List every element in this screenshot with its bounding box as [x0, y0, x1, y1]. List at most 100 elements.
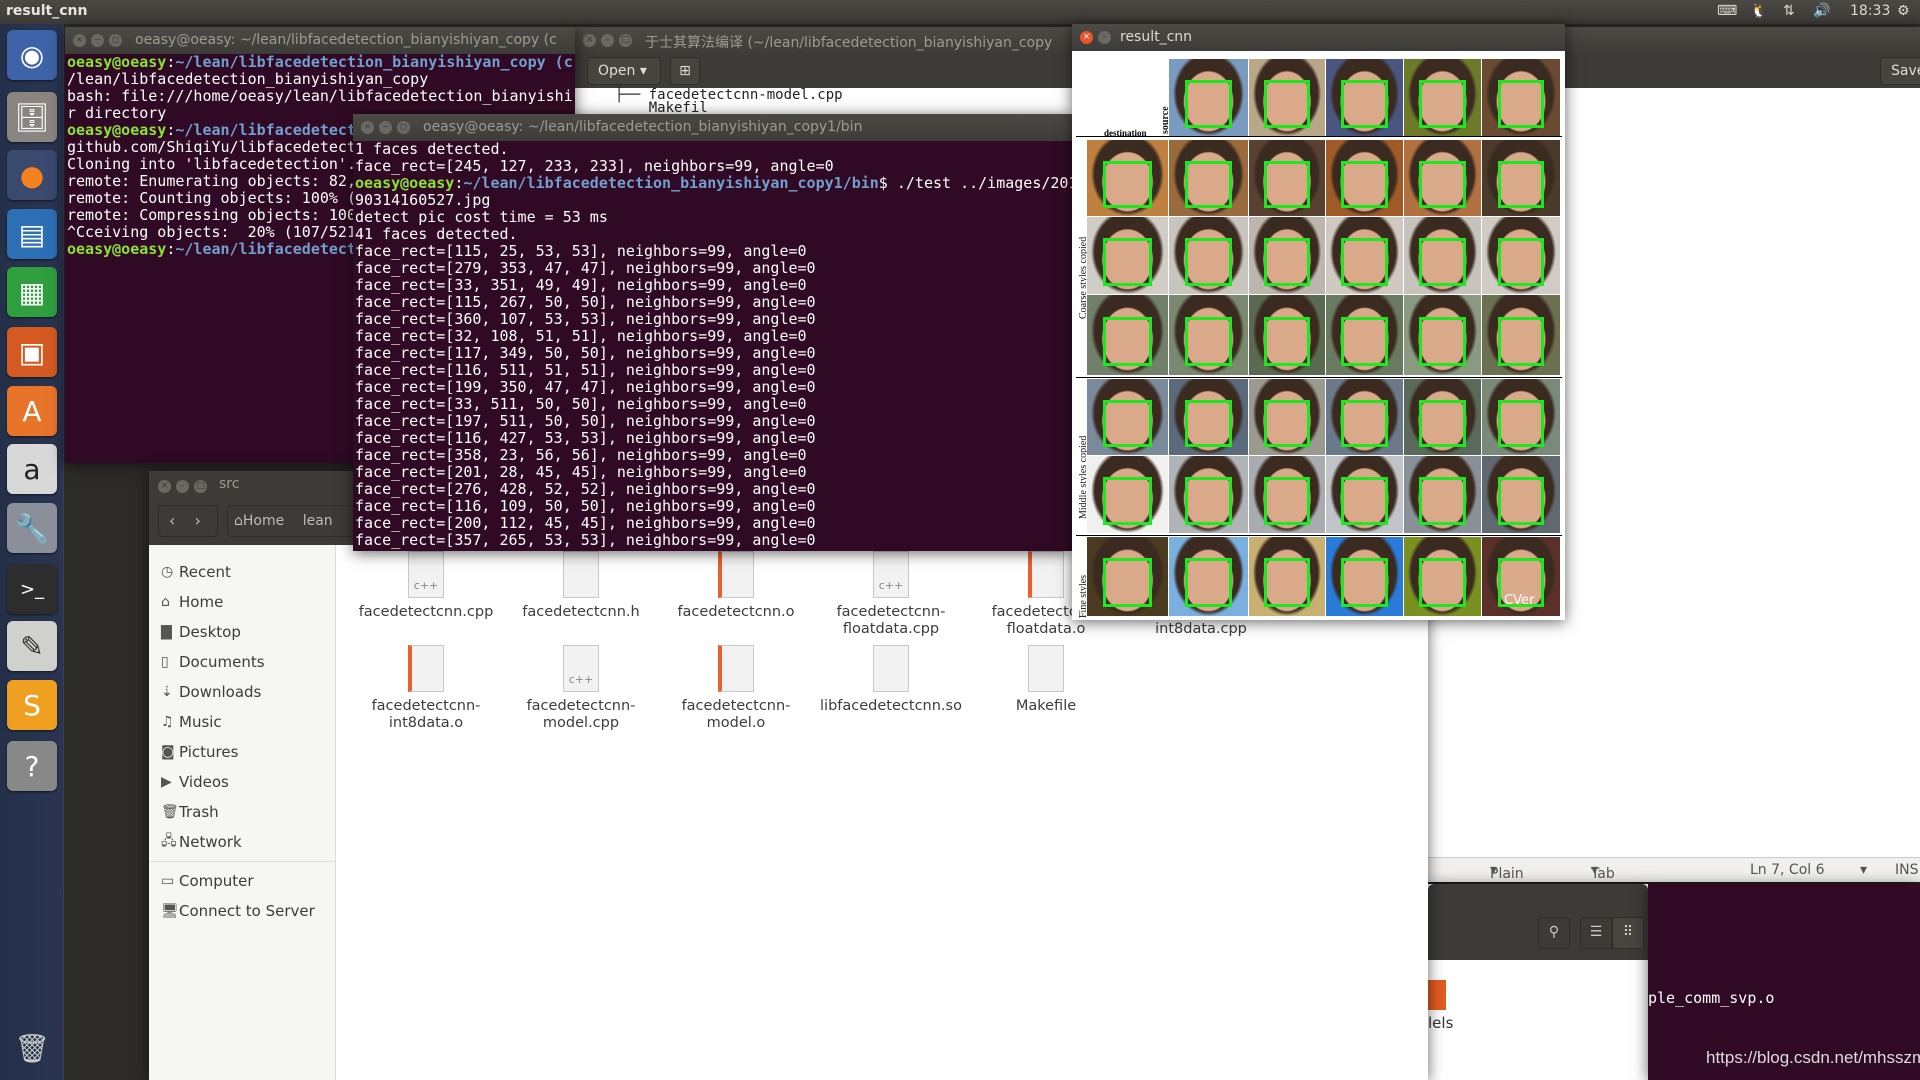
- face-detection-box: [1184, 79, 1233, 128]
- minimize-icon[interactable]: –: [176, 480, 189, 493]
- bg-fm-toolbar: ⚲ ☰ ⠿: [1428, 884, 1648, 960]
- maximize-icon[interactable]: □: [194, 480, 207, 493]
- prompt-path: ~/lean/libfacedetect: [175, 240, 356, 258]
- software-center-icon[interactable]: A: [7, 386, 57, 436]
- line-text: r directory: [67, 104, 167, 122]
- back-forward-buttons[interactable]: ‹ ›: [158, 505, 218, 537]
- close-icon[interactable]: ×: [158, 480, 171, 493]
- clock[interactable]: 18:33: [1850, 3, 1890, 19]
- clock-icon: ◷: [161, 564, 174, 580]
- file-name: facedetectcnn- floatdata.cpp: [836, 604, 946, 637]
- settings-icon[interactable]: 🔧: [7, 503, 57, 553]
- terminal-icon[interactable]: >_: [7, 564, 57, 614]
- sidebar-item-videos[interactable]: ▶ Videos: [149, 767, 335, 797]
- sidebar-item-downloads[interactable]: ⇣ Downloads: [149, 677, 335, 707]
- writer-icon[interactable]: ▤: [7, 209, 57, 259]
- breadcrumb-home[interactable]: ⌂Home: [234, 513, 284, 529]
- tab-width-selector[interactable]: Tab Width: 8 ▾: [1591, 862, 1615, 882]
- file-item[interactable]: facedetectcnn- model.o: [661, 645, 811, 732]
- face-detection-box: [1341, 558, 1388, 608]
- sublime-icon[interactable]: S: [7, 680, 57, 730]
- impress-icon[interactable]: ▣: [7, 327, 57, 377]
- chevron-down-icon[interactable]: ▾: [1860, 862, 1867, 878]
- file-text-icon: [1028, 645, 1064, 692]
- file-cpp-icon: c++: [408, 551, 444, 598]
- folder-label[interactable]: lels: [1428, 1014, 1453, 1032]
- cursor-position[interactable]: Ln 7, Col 6: [1750, 862, 1825, 878]
- open-button[interactable]: Open ▾: [587, 57, 661, 85]
- maximize-icon[interactable]: □: [109, 34, 122, 47]
- new-tab-icon[interactable]: ⊞: [670, 57, 700, 85]
- language-selector[interactable]: Plain Text ▾: [1490, 862, 1524, 882]
- prompt-user: oeasy@oeasy: [67, 240, 167, 258]
- file-item[interactable]: c++ facedetectcnn- floatdata.cpp: [816, 551, 966, 638]
- file-item[interactable]: Makefile: [971, 645, 1121, 715]
- list-view-icon[interactable]: ☰: [1580, 917, 1612, 949]
- calc-icon[interactable]: ▦: [7, 267, 57, 317]
- ubuntu-dash-icon[interactable]: ◉: [7, 30, 57, 80]
- line-text: remote: Compressing objects: 100: [67, 206, 356, 224]
- amazon-icon[interactable]: a: [7, 444, 57, 494]
- sidebar-item-recent[interactable]: ◷ Recent: [149, 557, 335, 587]
- terminal-line: face_rect=[117, 349, 50, 50], neighbors=…: [355, 345, 1072, 362]
- server-icon: 🖥: [161, 903, 179, 919]
- sidebar-item-pictures[interactable]: ◙ Pictures: [149, 737, 335, 767]
- text-editor-icon[interactable]: ✎: [7, 621, 57, 671]
- sidebar-item-home[interactable]: ⌂ Home: [149, 587, 335, 617]
- minimize-icon[interactable]: –: [601, 34, 614, 47]
- sidebar-item-computer[interactable]: ▭ Computer: [149, 866, 335, 896]
- file-item[interactable]: c++ facedetectcnn.cpp: [351, 551, 501, 621]
- file-item[interactable]: c++ facedetectcnn- model.cpp: [506, 645, 656, 732]
- sidebar-item-network[interactable]: 🖧 Network: [149, 827, 335, 857]
- breadcrumb-lean[interactable]: lean: [303, 513, 333, 529]
- help-icon[interactable]: ?: [7, 741, 57, 791]
- window-title: 于士其算法编译 (~/lean/libfacedetection_bianyis…: [645, 35, 1053, 51]
- power-gear-icon[interactable]: ⚙: [1897, 3, 1910, 19]
- sidebar-item-trash[interactable]: 🗑 Trash: [149, 797, 335, 827]
- network-icon[interactable]: ⇅: [1783, 3, 1795, 19]
- minimize-icon[interactable]: –: [91, 34, 104, 47]
- tux-icon[interactable]: 🐧: [1750, 3, 1767, 19]
- files-icon[interactable]: 🗄: [7, 92, 57, 142]
- maximize-icon[interactable]: □: [619, 34, 632, 47]
- firefox-icon[interactable]: ●: [7, 150, 57, 200]
- prompt-user: oeasy@oeasy: [67, 121, 167, 139]
- search-icon[interactable]: ⚲: [1538, 917, 1570, 949]
- sidebar-item-connect-to-server[interactable]: 🖥 Connect to Server: [149, 896, 335, 926]
- sidebar-item-label: Computer: [179, 872, 254, 890]
- line-text: face_rect=[32, 108, 51, 51], neighbors=9…: [355, 327, 807, 345]
- line-text: remote: Enumerating objects: 82,: [67, 172, 356, 190]
- face-detection-box: [1341, 476, 1388, 525]
- face-detection-box: [1497, 160, 1545, 208]
- file-item[interactable]: facedetectcnn.o: [661, 551, 811, 621]
- line-text: face_rect=[117, 349, 50, 50], neighbors=…: [355, 344, 816, 362]
- sidebar-item-music[interactable]: ♫ Music: [149, 707, 335, 737]
- terminal-line: face_rect=[116, 109, 50, 50], neighbors=…: [355, 498, 1072, 515]
- maximize-icon[interactable]: □: [397, 121, 410, 134]
- back-icon[interactable]: ‹: [169, 511, 175, 530]
- close-icon[interactable]: ×: [73, 34, 86, 47]
- file-item[interactable]: facedetectcnn.h: [506, 551, 656, 621]
- sidebar-item-desktop[interactable]: ▇ Desktop: [149, 617, 335, 647]
- file-item[interactable]: libfacedetectcnn.so: [816, 645, 966, 715]
- save-button[interactable]: Save: [1880, 57, 1920, 85]
- keyboard-icon[interactable]: ⌨: [1717, 3, 1737, 19]
- music-icon: ♫: [161, 714, 174, 730]
- terminal-window-2[interactable]: × – □ oeasy@oeasy: ~/lean/libfacedetecti…: [353, 114, 1072, 551]
- watermark: https://blog.csdn.net/mhsszm: [1706, 1048, 1920, 1067]
- folder-icon[interactable]: [1428, 980, 1446, 1010]
- trash-icon[interactable]: 🗑: [7, 1023, 57, 1073]
- forward-icon[interactable]: ›: [195, 511, 201, 530]
- file-item[interactable]: facedetectcnn- int8data.o: [351, 645, 501, 732]
- volume-icon[interactable]: 🔊: [1813, 3, 1830, 19]
- face-detection-box: [1497, 476, 1545, 525]
- face-thumbnail: [1326, 456, 1403, 533]
- close-icon[interactable]: ×: [361, 121, 374, 134]
- sidebar-item-label: Connect to Server: [179, 902, 315, 920]
- face-thumbnail: [1404, 379, 1481, 455]
- close-icon[interactable]: ×: [583, 34, 596, 47]
- minimize-icon[interactable]: –: [379, 121, 392, 134]
- grid-view-icon[interactable]: ⠿: [1612, 917, 1644, 949]
- sidebar-item-documents[interactable]: ▯ Documents: [149, 647, 335, 677]
- window-title: oeasy@oeasy: ~/lean/libfacedetection_bia…: [135, 32, 557, 48]
